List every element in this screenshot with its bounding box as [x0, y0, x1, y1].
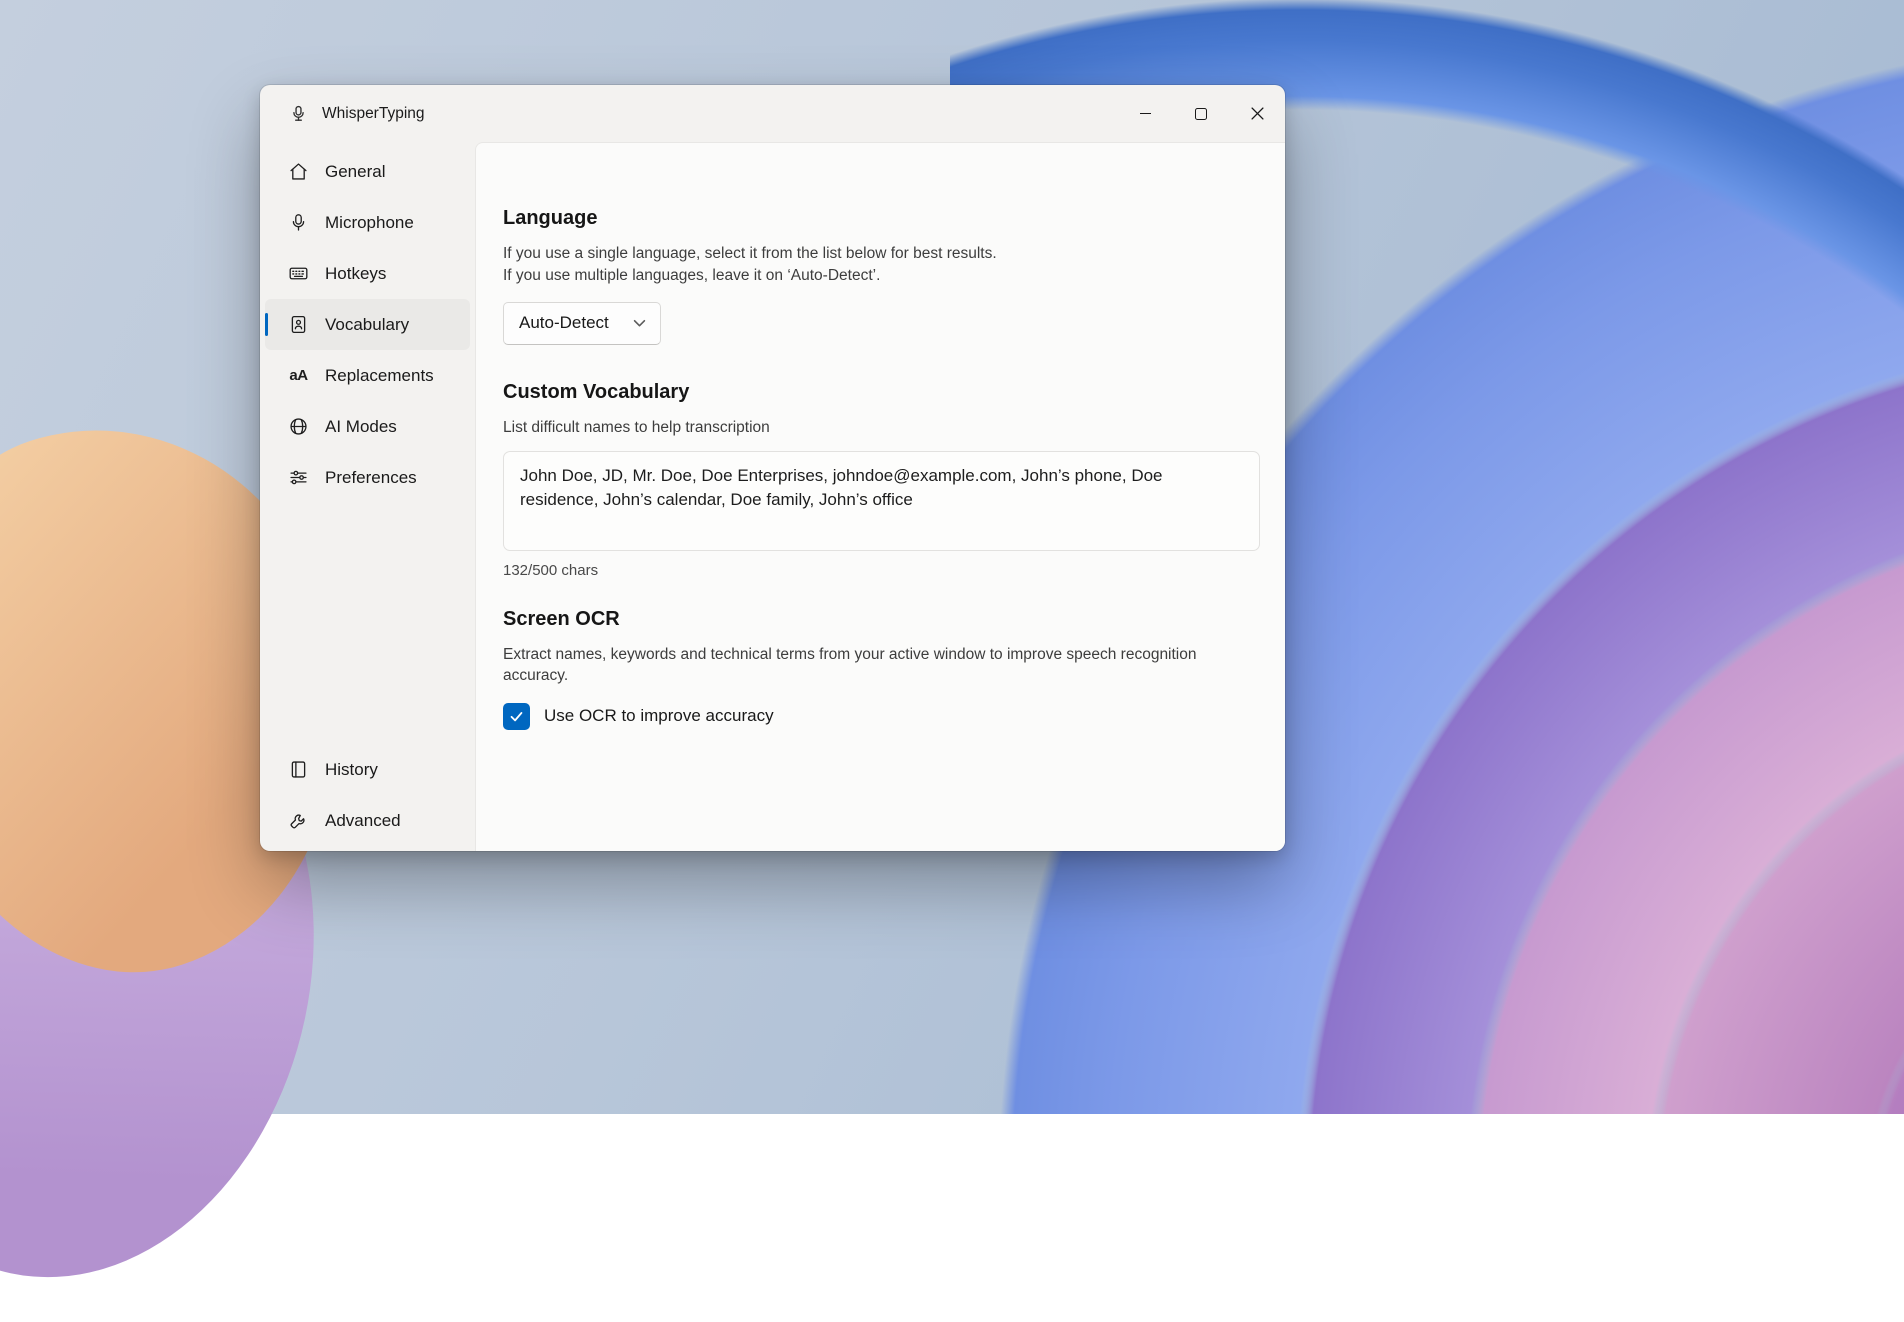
custom-vocabulary-description: List difficult names to help transcripti… [503, 417, 1260, 439]
sidebar-item-vocabulary[interactable]: Vocabulary [265, 299, 470, 350]
sidebar-item-label: Preferences [325, 468, 417, 488]
sliders-icon [288, 467, 309, 488]
sidebar-item-replacements[interactable]: aA Replacements [265, 350, 470, 401]
book-icon [288, 759, 309, 780]
sidebar: General Microphone Hot [260, 142, 475, 851]
language-description-line1: If you use a single language, select it … [503, 243, 1260, 265]
microphone-icon [288, 212, 309, 233]
sidebar-item-hotkeys[interactable]: Hotkeys [265, 248, 470, 299]
maximize-button[interactable] [1173, 85, 1229, 142]
language-dropdown-value: Auto-Detect [519, 313, 609, 333]
wrench-icon [288, 810, 309, 831]
sidebar-item-label: History [325, 760, 378, 780]
screen-ocr-description: Extract names, keywords and technical te… [503, 644, 1260, 687]
minimize-button[interactable] [1117, 85, 1173, 142]
minimize-icon [1140, 113, 1151, 114]
sidebar-item-label: Replacements [325, 366, 434, 386]
window-body: General Microphone Hot [260, 142, 1285, 851]
contact-card-icon [288, 314, 309, 335]
home-icon [288, 161, 309, 182]
language-dropdown[interactable]: Auto-Detect [503, 302, 661, 345]
chevron-down-icon [633, 319, 646, 328]
sidebar-item-label: Hotkeys [325, 264, 386, 284]
sidebar-item-microphone[interactable]: Microphone [265, 197, 470, 248]
sidebar-bottom-group: History Advanced [260, 744, 475, 846]
close-button[interactable] [1229, 85, 1285, 142]
sidebar-item-advanced[interactable]: Advanced [265, 795, 470, 846]
brain-icon [288, 416, 309, 437]
language-heading: Language [503, 207, 1260, 230]
window-title: WhisperTyping [322, 105, 425, 123]
sidebar-item-label: Microphone [325, 213, 414, 233]
custom-vocabulary-section: Custom Vocabulary List difficult names t… [503, 381, 1260, 579]
screen-ocr-section: Screen OCR Extract names, keywords and t… [503, 608, 1260, 730]
settings-content: Language If you use a single language, s… [475, 142, 1285, 851]
sidebar-item-general[interactable]: General [265, 146, 470, 197]
keyboard-icon [288, 263, 309, 284]
app-microphone-icon [289, 104, 308, 123]
language-description: If you use a single language, select it … [503, 243, 1260, 286]
sidebar-item-ai-modes[interactable]: AI Modes [265, 401, 470, 452]
close-icon [1251, 107, 1264, 120]
sidebar-item-history[interactable]: History [265, 744, 470, 795]
maximize-icon [1195, 108, 1207, 120]
sidebar-item-label: Vocabulary [325, 315, 409, 335]
ocr-checkbox[interactable] [503, 703, 530, 730]
char-count: 132/500 chars [503, 562, 1260, 579]
sidebar-item-label: General [325, 162, 385, 182]
checkmark-icon [508, 708, 525, 725]
sidebar-item-label: AI Modes [325, 417, 397, 437]
window-controls [1117, 85, 1285, 142]
custom-vocabulary-heading: Custom Vocabulary [503, 381, 1260, 404]
language-description-line2: If you use multiple languages, leave it … [503, 265, 1260, 287]
ocr-checkbox-row: Use OCR to improve accuracy [503, 703, 1260, 730]
sidebar-item-preferences[interactable]: Preferences [265, 452, 470, 503]
titlebar[interactable]: WhisperTyping [260, 85, 1285, 142]
screen-ocr-heading: Screen OCR [503, 608, 1260, 631]
ocr-checkbox-label: Use OCR to improve accuracy [544, 706, 774, 726]
text-case-icon: aA [288, 365, 309, 386]
sidebar-item-label: Advanced [325, 811, 401, 831]
custom-vocabulary-input[interactable]: John Doe, JD, Mr. Doe, Doe Enterprises, … [503, 451, 1260, 551]
selected-indicator [265, 313, 268, 336]
app-window: WhisperTyping Gener [260, 85, 1285, 851]
